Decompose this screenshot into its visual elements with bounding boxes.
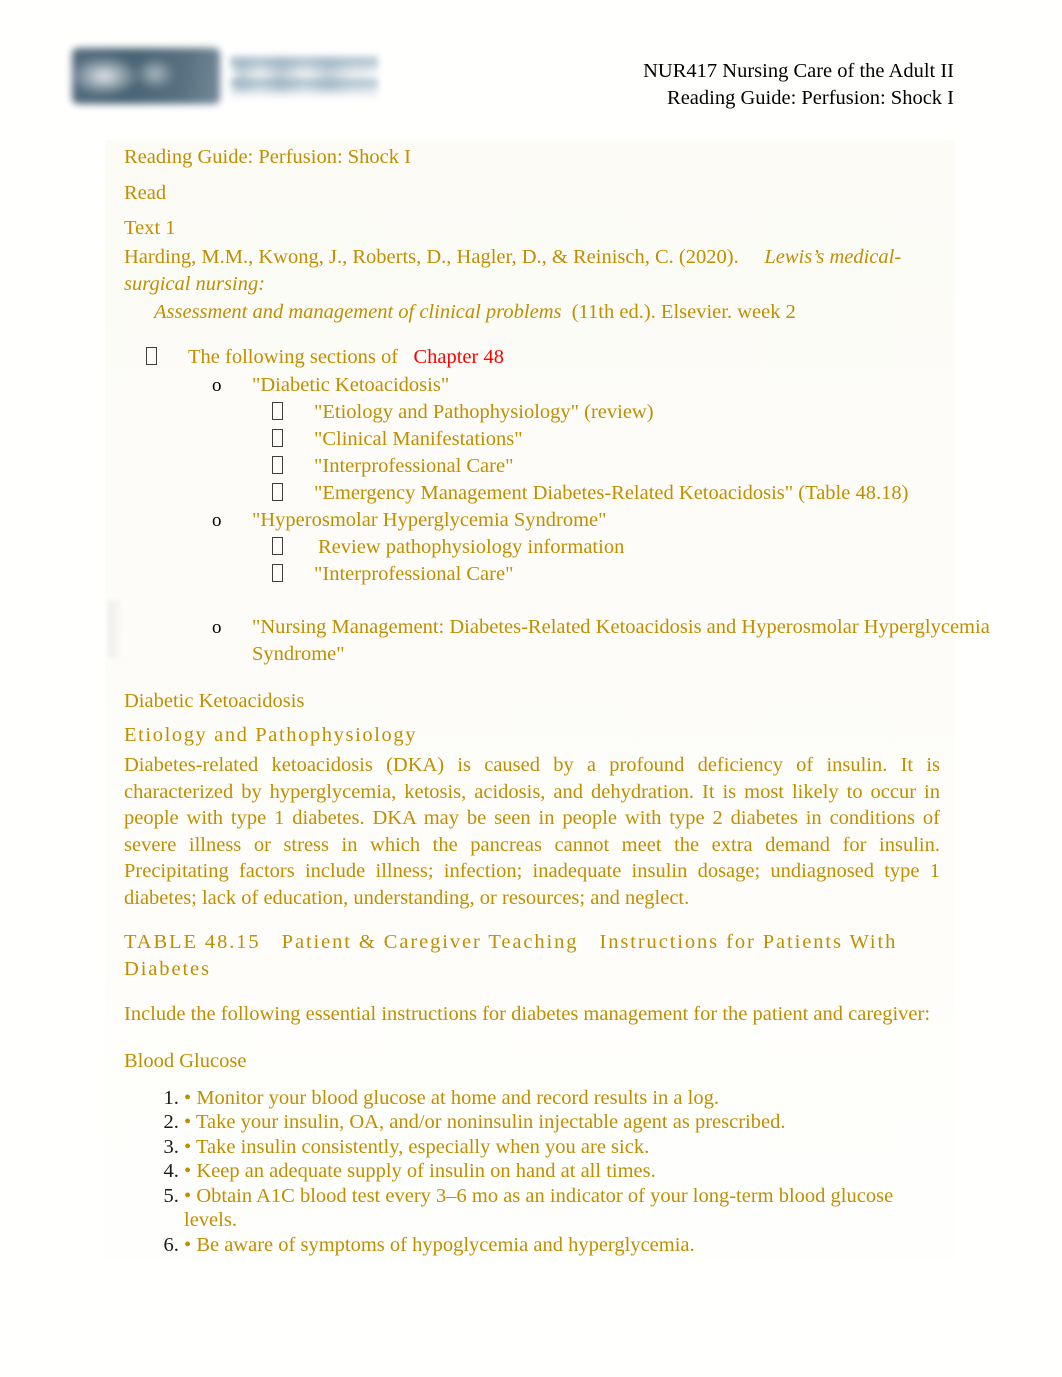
outline-group-2-child-0: Review pathophysiology information [318,536,625,558]
outline-lead-prefix: The following sections of [188,346,399,368]
outline-group-label: o "Diabetic Ketoacidosis" [124,372,940,399]
list-item: • Take insulin consistently, especially … [184,1135,940,1160]
page-title: Reading Guide: Perfusion: Shock I [124,146,411,168]
bullet-o-icon: o [212,617,222,638]
text-label: Text 1 [124,217,176,239]
header-guide-line: Reading Guide: Perfusion: Shock I [667,87,954,109]
outline-group-3-label: "Nursing Management: Diabetes-Related Ke… [252,616,990,665]
logo-wordmark-icon [230,54,378,98]
item-text: Take insulin consistently, especially wh… [195,1135,650,1158]
list-item: • Keep an adequate supply of insulin on … [184,1159,940,1184]
list-item: • Take your insulin, OA, and/or noninsul… [184,1110,940,1135]
outline-group-1-child-2: "Interprofessional Care" [314,455,514,477]
blood-glucose-list: • Monitor your blood glucose at home and… [124,1086,940,1258]
citation-second-line: Assessment and management of clinical pr… [124,298,940,328]
outline-group-1-child-0: "Etiology and Pathophysiology" (review) [314,401,654,423]
bullet-tofu-icon [272,480,283,507]
item-bullet: • [184,1086,192,1109]
item-bullet: • [184,1160,192,1182]
item-text: Keep an adequate supply of insulin on ha… [196,1160,656,1182]
outline-child: "Interprofessional Care" [124,561,940,588]
outline-group-2-label: "Hyperosmolar Hyperglycemia Syndrome" [252,509,607,531]
header-course-line: NUR417 Nursing Care of the Adult II [643,60,954,82]
outline-child: Review pathophysiology information [124,534,940,561]
logo-mark-icon [72,48,220,104]
bullet-tofu-icon [272,426,283,453]
csp-logo [72,40,382,112]
table-number: TABLE 48.15 [124,931,261,953]
dka-subheading: Etiology and Pathophysiology [124,724,418,746]
outline-child: "Emergency Management Diabetes-Related K… [124,480,944,507]
outline-group-1-child-1: "Clinical Manifestations" [314,428,523,450]
outline-group-2-child-1: "Interprofessional Care" [314,563,514,585]
bullet-o-icon: o [212,375,222,396]
left-change-bar [108,600,122,658]
citation-paragraph: Harding, M.M., Kwong, J., Roberts, D., H… [124,244,940,298]
item-text: Monitor your blood glucose at home and r… [196,1086,719,1109]
chapter-highlight: Chapter 48 [413,346,504,368]
document-header: NUR417 Nursing Care of the Adult II Read… [0,28,1062,120]
citation-authors: Harding, M.M., Kwong, J., Roberts, D., H… [124,245,739,268]
table-intro: Include the following essential instruct… [124,1003,931,1025]
blood-glucose-subhead: Blood Glucose [124,1049,247,1072]
citation-edition: (11th ed.). Elsevier. week 2 [571,300,796,323]
bullet-tofu-icon [272,534,283,561]
bullet-o-icon: o [212,510,222,531]
outline-group-label: o "Hyperosmolar Hyperglycemia Syndrome" [124,507,940,534]
citation-subtitle-italic: Assessment and management of clinical pr… [154,300,562,323]
list-item: • Obtain A1C blood test every 3–6 mo as … [184,1184,940,1233]
outline-lead-item: The following sections of Chapter 48 [124,343,940,372]
read-label: Read [124,181,167,204]
item-text: Be aware of symptoms of hypoglycemia and… [196,1233,695,1256]
bullet-tofu-icon [272,561,283,588]
bullet-tofu-icon [146,343,157,372]
list-item: • Monitor your blood glucose at home and… [184,1086,940,1111]
item-text: Take your insulin, OA, and/or noninsulin… [195,1111,786,1133]
outline-group-1-child-3: "Emergency Management Diabetes-Related K… [314,482,909,504]
header-title-block: NUR417 Nursing Care of the Adult II Read… [643,58,954,112]
table-kind: Patient & Caregiver Teaching [281,931,579,953]
item-bullet: • [184,1135,192,1158]
document-page: NUR417 Nursing Care of the Adult II Read… [0,0,1062,1377]
item-text: Obtain A1C blood test every 3–6 mo as an… [184,1184,894,1232]
item-bullet: • [184,1233,192,1256]
bullet-tofu-icon [272,399,283,426]
item-bullet: • [184,1184,192,1207]
outline-group-1-label: "Diabetic Ketoacidosis" [252,374,450,396]
bullet-tofu-icon [272,453,283,480]
table-heading: TABLE 48.15 Patient & Caregiver Teaching… [124,929,940,983]
outline-child: "Clinical Manifestations" [124,426,940,453]
dka-heading: Diabetic Ketoacidosis [124,690,305,712]
outline-child: "Etiology and Pathophysiology" (review) [124,399,940,426]
outline-child: "Interprofessional Care" [124,453,940,480]
document-body: Reading Guide: Perfusion: Shock I Read T… [124,143,990,1258]
dka-paragraph: Diabetes-related ketoacidosis (DKA) is c… [124,754,940,909]
item-bullet: • [184,1111,192,1133]
outline-group-label: o "Nursing Management: Diabetes-Related … [124,614,1012,668]
list-item: • Be aware of symptoms of hypoglycemia a… [184,1233,940,1258]
